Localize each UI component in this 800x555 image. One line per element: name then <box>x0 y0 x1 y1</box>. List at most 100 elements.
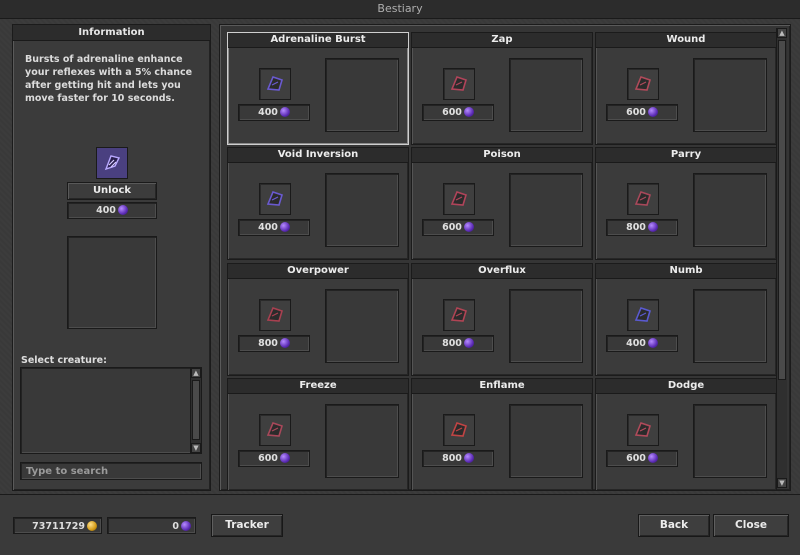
charm-preview <box>509 289 583 363</box>
gem-icon <box>463 221 474 232</box>
charm-card[interactable]: Poison 600 <box>411 147 593 260</box>
charm-card[interactable]: Wound 600 <box>595 32 777 145</box>
select-creature-label: Select creature: <box>21 355 107 366</box>
gold-coin-icon <box>87 520 97 531</box>
scroll-down-arrow-icon[interactable]: ▼ <box>191 443 201 453</box>
charm-preview <box>693 173 767 247</box>
charm-cost: 600 <box>238 450 310 467</box>
creature-preview <box>67 236 157 329</box>
charm-name: Parry <box>596 148 776 163</box>
gold-value: 73711729 <box>32 521 85 532</box>
charm-cost: 800 <box>238 335 310 352</box>
charm-card[interactable]: Overflux 800 <box>411 263 593 376</box>
search-input[interactable]: Type to search <box>20 462 202 480</box>
parry-icon <box>627 183 659 215</box>
information-panel: Information Bursts of adrenaline enhance… <box>12 24 211 491</box>
charm-name: Dodge <box>596 379 776 394</box>
gem-icon <box>647 452 658 463</box>
scroll-thumb[interactable] <box>778 40 786 380</box>
gem-icon <box>463 337 474 348</box>
charm-cost: 600 <box>422 219 494 236</box>
gem-balance: 0 <box>107 517 196 534</box>
charm-card[interactable]: Parry 800 <box>595 147 777 260</box>
creature-list[interactable]: ▲ ▼ <box>20 367 202 454</box>
charm-card[interactable]: Enflame 800 <box>411 378 593 491</box>
charm-name: Wound <box>596 33 776 48</box>
dodge-icon <box>627 414 659 446</box>
zap-icon <box>443 68 475 100</box>
charm-name: Adrenaline Burst <box>228 33 408 48</box>
charm-preview <box>325 173 399 247</box>
charm-cost: 400 <box>238 219 310 236</box>
charm-name: Overflux <box>412 264 592 279</box>
gem-icon <box>279 221 290 232</box>
gem-icon <box>181 520 191 531</box>
scroll-thumb[interactable] <box>192 380 200 440</box>
charm-preview <box>325 404 399 478</box>
charm-cost-value: 400 <box>258 222 278 233</box>
charm-card[interactable]: Dodge 600 <box>595 378 777 491</box>
charm-name: Freeze <box>228 379 408 394</box>
back-button[interactable]: Back <box>638 514 710 537</box>
unlock-button[interactable]: Unlock <box>67 182 157 200</box>
numb-icon <box>627 299 659 331</box>
charm-card[interactable]: Freeze 600 <box>227 378 409 491</box>
bottom-bar: 73711729 0 Tracker Back Close <box>0 494 800 555</box>
charm-preview <box>509 404 583 478</box>
scroll-up-arrow-icon[interactable]: ▲ <box>191 368 201 378</box>
gem-icon <box>279 106 290 117</box>
wound-icon <box>627 68 659 100</box>
charm-cost: 800 <box>422 335 494 352</box>
bestiary-window: Bestiary Information Bursts of adrenalin… <box>0 0 800 555</box>
charm-cost: 800 <box>606 219 678 236</box>
charm-cost-value: 600 <box>258 453 278 464</box>
gem-icon <box>463 106 474 117</box>
charm-cost: 600 <box>422 104 494 121</box>
charms-grid-panel: Adrenaline Burst 400 Zap 600 Wound 600 Void In… <box>219 24 791 491</box>
charm-cost: 600 <box>606 104 678 121</box>
charms-scrollbar[interactable]: ▲ ▼ <box>776 28 787 488</box>
gold-balance: 73711729 <box>13 517 102 534</box>
unlock-cost: 400 <box>67 202 157 219</box>
gem-icon <box>647 221 658 232</box>
charm-preview <box>325 58 399 132</box>
close-button[interactable]: Close <box>713 514 789 537</box>
gem-icon <box>647 106 658 117</box>
creature-list-scrollbar[interactable]: ▲ ▼ <box>190 368 201 453</box>
charm-name: Overpower <box>228 264 408 279</box>
information-header: Information <box>13 25 210 41</box>
charm-preview <box>509 58 583 132</box>
poison-icon <box>443 183 475 215</box>
charm-cost: 400 <box>238 104 310 121</box>
charm-cost: 800 <box>422 450 494 467</box>
charm-cost-value: 400 <box>258 107 278 118</box>
charm-preview <box>325 289 399 363</box>
charm-card[interactable]: Adrenaline Burst 400 <box>227 32 409 145</box>
charm-cost-value: 600 <box>442 222 462 233</box>
charm-description: Bursts of adrenaline enhance your reflex… <box>25 54 193 104</box>
charm-preview <box>693 58 767 132</box>
scroll-up-arrow-icon[interactable]: ▲ <box>777 28 787 38</box>
charm-name: Zap <box>412 33 592 48</box>
charm-card[interactable]: Overpower 800 <box>227 263 409 376</box>
gem-value: 0 <box>172 521 179 532</box>
charm-cost-value: 400 <box>626 338 646 349</box>
charm-card[interactable]: Void Inversion 400 <box>227 147 409 260</box>
gem-icon <box>279 452 290 463</box>
overflux-icon <box>443 299 475 331</box>
overpower-icon <box>259 299 291 331</box>
scroll-down-arrow-icon[interactable]: ▼ <box>777 478 787 488</box>
charm-preview <box>693 289 767 363</box>
charm-name: Enflame <box>412 379 592 394</box>
charm-name: Poison <box>412 148 592 163</box>
charm-name: Void Inversion <box>228 148 408 163</box>
adrenaline-rune-icon <box>96 147 128 179</box>
charm-card[interactable]: Numb 400 <box>595 263 777 376</box>
charm-cost-value: 800 <box>258 338 278 349</box>
unlock-cost-value: 400 <box>96 205 116 216</box>
tracker-button[interactable]: Tracker <box>211 514 283 537</box>
charm-card[interactable]: Zap 600 <box>411 32 593 145</box>
charm-name: Numb <box>596 264 776 279</box>
void-inversion-icon <box>259 183 291 215</box>
charm-cost-value: 800 <box>442 338 462 349</box>
